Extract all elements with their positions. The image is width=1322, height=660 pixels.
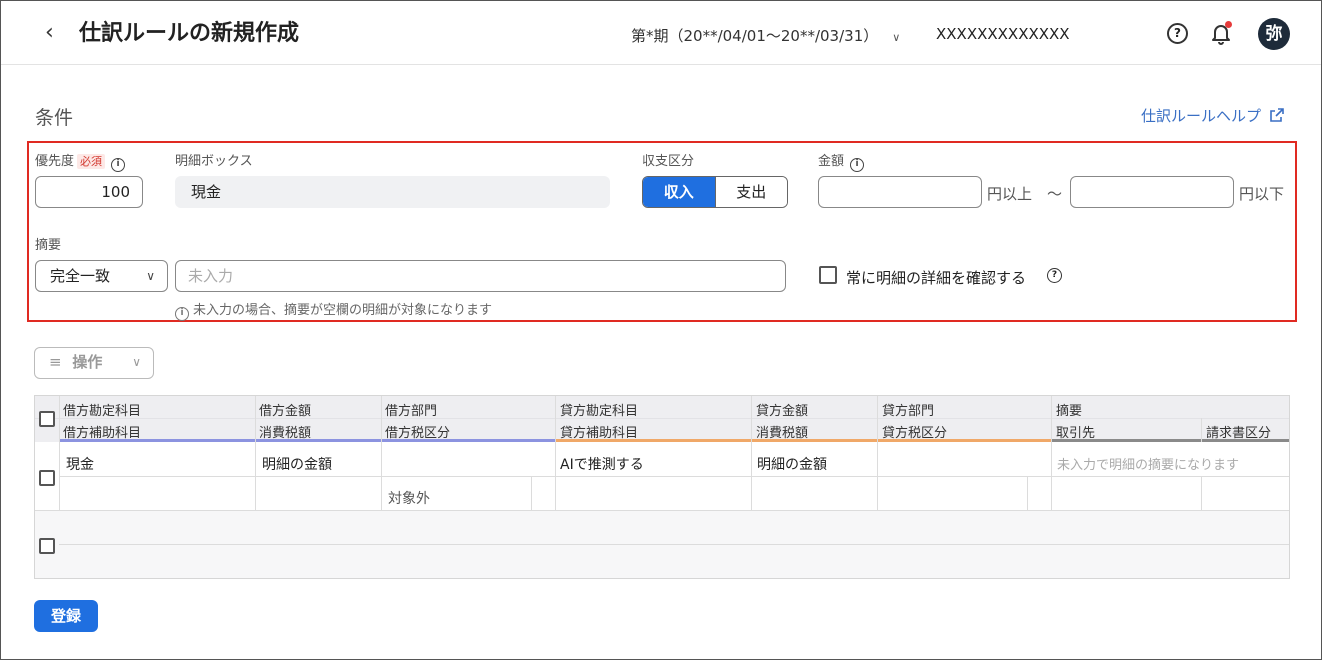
amount-min-input[interactable]: [818, 176, 982, 208]
summary-note-text: 未入力の場合、摘要が空欄の明細が対象になります: [193, 303, 493, 318]
divider: [35, 418, 1289, 419]
app-window: ‹ 仕訳ルールの新規作成 第*期（20**/04/01〜20**/03/31） ∨…: [0, 0, 1322, 660]
header-debit-dept: 借方部門: [385, 404, 438, 419]
row-1-debit-tax-class[interactable]: 対象外: [388, 488, 430, 508]
period-label: 第*期（20**/04/01〜20**/03/31）: [631, 27, 879, 45]
summary-label: 摘要: [35, 238, 62, 253]
operations-button[interactable]: ≡ 操作 ∨: [34, 347, 154, 379]
chevron-down-icon: ∨: [892, 31, 901, 44]
detail-box-label: 明細ボックス: [175, 154, 253, 169]
help-icon[interactable]: ?: [1167, 23, 1188, 44]
row-1-credit-amount[interactable]: 明細の金額: [757, 454, 827, 474]
header-debit-tax: 消費税額: [259, 426, 312, 441]
match-type-value: 完全一致: [50, 267, 111, 285]
notification-dot: [1225, 21, 1232, 28]
menu-icon: ≡: [49, 353, 62, 371]
header-credit-account: 貸方勘定科目: [560, 404, 639, 419]
back-chevron-icon[interactable]: ‹: [45, 21, 54, 45]
info-icon: i: [175, 307, 189, 321]
row-1-summary[interactable]: 未入力で明細の摘要になります: [1057, 454, 1239, 473]
inout-label: 収支区分: [642, 154, 695, 169]
header-debit-account: 借方勘定科目: [63, 404, 142, 419]
journal-table: 借方勘定科目 借方金額 借方部門 貸方勘定科目 貸方金額 貸方部門 摘要 借方補…: [34, 395, 1290, 579]
inout-toggle: 収入 支出: [642, 176, 788, 208]
page-title: 仕訳ルールの新規作成: [79, 21, 300, 46]
chevron-down-icon: ∨: [132, 355, 141, 369]
header-credit-sub-account: 貸方補助科目: [560, 426, 639, 441]
row-1-credit-account[interactable]: AIで推測する: [560, 454, 644, 474]
row-1-checkbox[interactable]: [39, 470, 55, 486]
amount-max-input[interactable]: [1070, 176, 1234, 208]
expense-option[interactable]: 支出: [714, 177, 787, 207]
period-selector[interactable]: 第*期（20**/04/01〜20**/03/31） ∨: [631, 25, 900, 46]
header-debit-tax-class: 借方税区分: [385, 426, 451, 441]
amount-max-unit: 円以下: [1239, 185, 1285, 203]
amount-label-group: 金額 i: [818, 150, 865, 172]
range-tilde: 〜: [1047, 185, 1063, 203]
select-all-checkbox[interactable]: [39, 411, 55, 427]
priority-input[interactable]: 100: [35, 176, 143, 208]
income-option[interactable]: 収入: [643, 177, 715, 207]
always-confirm-checkbox[interactable]: [819, 266, 837, 284]
header-summary: 摘要: [1056, 404, 1083, 419]
info-icon[interactable]: i: [850, 158, 865, 172]
match-type-select[interactable]: 完全一致 ∨: [35, 260, 168, 292]
header: ‹ 仕訳ルールの新規作成 第*期（20**/04/01〜20**/03/31） ∨…: [1, 1, 1321, 65]
section-title: 条件: [35, 107, 74, 129]
amount-min-unit: 円以上: [987, 185, 1033, 203]
summary-input[interactable]: 未入力: [175, 260, 786, 292]
rule-help-link[interactable]: 仕訳ルールヘルプ: [1141, 105, 1284, 126]
chevron-down-icon: ∨: [146, 269, 155, 283]
divider: [59, 476, 1289, 477]
summary-note: i 未入力の場合、摘要が空欄の明細が対象になります: [175, 299, 492, 321]
header-credit-tax-class: 貸方税区分: [882, 426, 948, 441]
always-confirm-label: 常に明細の詳細を確認する: [846, 269, 1027, 287]
row-1-debit-account[interactable]: 現金: [66, 454, 94, 474]
header-credit-dept: 貸方部門: [882, 404, 935, 419]
header-invoice-class: 請求書区分: [1206, 426, 1272, 441]
company-name: XXXXXXXXXXXXX: [936, 25, 1070, 43]
divider: [59, 544, 1289, 545]
required-badge: 必須: [77, 154, 106, 169]
row-2-checkbox[interactable]: [39, 538, 55, 554]
header-credit-amount: 貸方金額: [756, 404, 809, 419]
external-link-icon: [1269, 108, 1284, 122]
detail-box-value: 現金: [175, 176, 610, 208]
table-header: [35, 396, 1289, 442]
header-credit-tax: 消費税額: [756, 426, 809, 441]
register-button[interactable]: 登録: [34, 600, 98, 632]
divider: [1201, 418, 1202, 442]
bell-icon[interactable]: [1209, 21, 1233, 47]
rule-help-label: 仕訳ルールヘルプ: [1141, 107, 1262, 125]
condition-panel: 優先度 必須 i 100 明細ボックス 現金 収支区分 収入 支出 金額 i 円以上 …: [27, 141, 1297, 322]
priority-label: 優先度: [35, 154, 75, 169]
info-icon[interactable]: i: [111, 158, 126, 172]
header-debit-sub-account: 借方補助科目: [63, 426, 142, 441]
header-debit-amount: 借方金額: [259, 404, 312, 419]
header-partner: 取引先: [1056, 426, 1096, 441]
avatar[interactable]: 弥: [1258, 18, 1290, 50]
operations-label: 操作: [72, 353, 103, 371]
amount-label: 金額: [818, 154, 845, 169]
row-1-debit-amount[interactable]: 明細の金額: [262, 454, 332, 474]
priority-label-group: 優先度 必須 i: [35, 150, 126, 172]
help-icon[interactable]: ?: [1047, 268, 1062, 283]
